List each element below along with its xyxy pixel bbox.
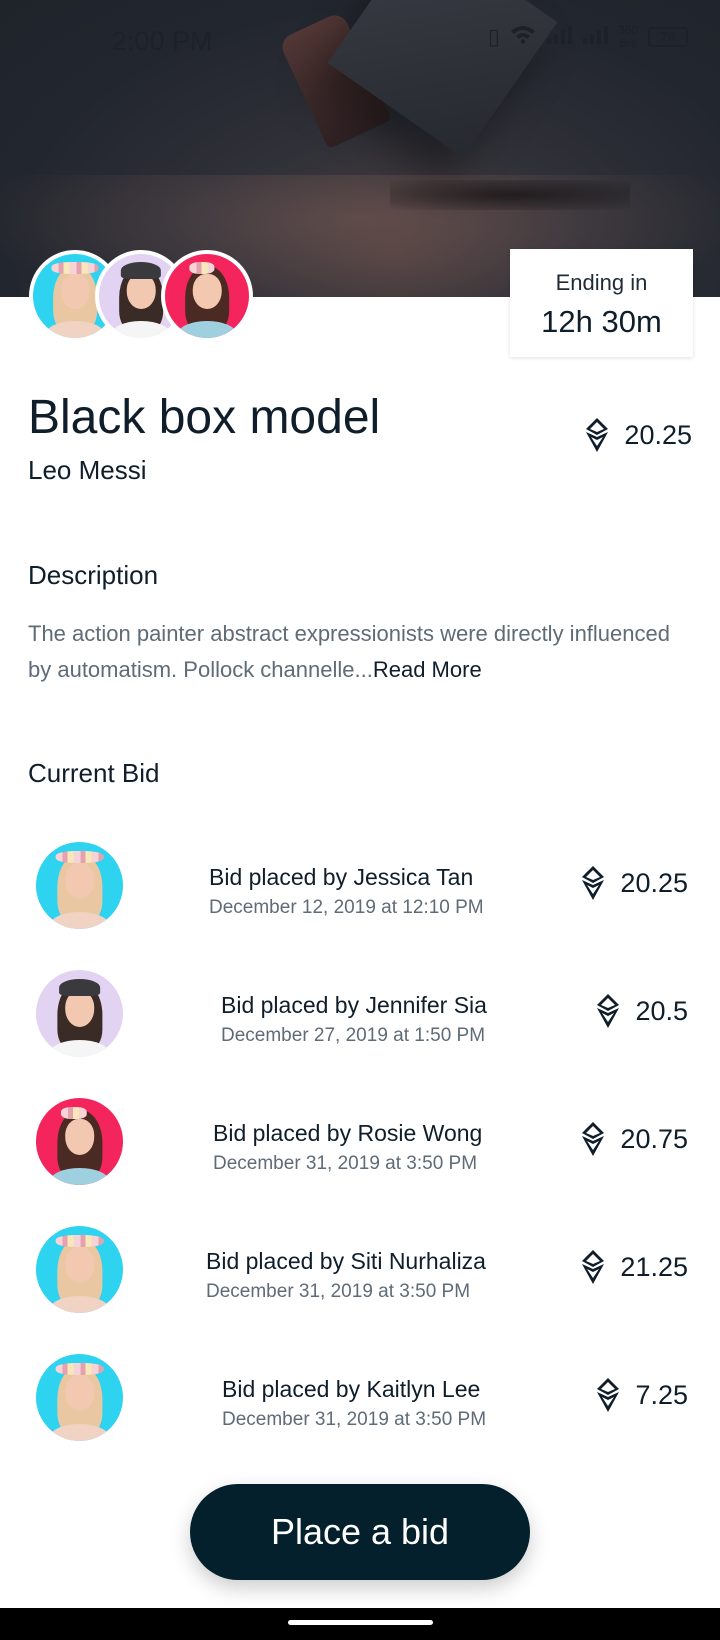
status-icons: ▯ 360 B/s 76 (488, 24, 688, 50)
bid-date: December 31, 2019 at 3:50 PM (213, 1153, 478, 1174)
navigation-bar (0, 1608, 720, 1640)
bid-label: Bid placed by Siti Nurhaliza (206, 1248, 486, 1274)
battery-icon: 76 (648, 27, 688, 47)
ethereum-icon (597, 1378, 620, 1412)
home-gesture-handle[interactable] (288, 1620, 433, 1625)
list-item[interactable]: Bid placed by Siti Nurhaliza December 31… (0, 1218, 720, 1314)
vibrate-icon: ▯ (487, 24, 500, 49)
bidder-avatars[interactable] (29, 250, 269, 342)
net-speed-value: 360 (617, 23, 638, 37)
bid-amount: 20.5 (597, 994, 688, 1028)
list-item[interactable]: Bid placed by Kaitlyn Lee December 31, 2… (0, 1346, 720, 1442)
description-text: The action painter abstract expressionis… (28, 616, 688, 688)
bid-amount-value: 21.25 (620, 1251, 688, 1282)
signal-icon-1 (546, 24, 572, 50)
bid-info: Bid placed by Jennifer Sia December 27, … (221, 992, 487, 1047)
bid-date: December 31, 2019 at 3:50 PM (206, 1281, 471, 1302)
bid-date: December 12, 2019 at 12:10 PM (209, 897, 484, 918)
item-price-value: 20.25 (624, 419, 692, 450)
status-bar: 2:00 PM ▯ 360 B/s 76 (0, 0, 720, 80)
bid-label: Bid placed by Jessica Tan (209, 864, 474, 890)
ethereum-icon (597, 994, 620, 1028)
ethereum-icon (586, 418, 609, 452)
description-body: The action painter abstract expressionis… (28, 621, 670, 682)
net-speed-unit: B/s (619, 36, 637, 50)
list-item[interactable]: Bid placed by Rosie Wong December 31, 20… (0, 1090, 720, 1186)
bid-amount-value: 20.25 (620, 867, 688, 898)
bid-label: Bid placed by Jennifer Sia (221, 992, 487, 1018)
bid-date: December 27, 2019 at 1:50 PM (221, 1025, 486, 1046)
bid-amount-value: 20.75 (620, 1123, 688, 1154)
place-bid-button[interactable]: Place a bid (190, 1484, 530, 1580)
bid-amount-value: 7.25 (635, 1379, 688, 1410)
description-heading: Description (28, 560, 159, 590)
read-more-link[interactable]: Read More (373, 657, 482, 682)
status-time: 2:00 PM (112, 26, 213, 56)
ethereum-icon (582, 1250, 605, 1284)
bid-amount: 21.25 (582, 1250, 688, 1284)
item-price: 20.25 (586, 418, 692, 452)
bid-amount-value: 20.5 (635, 995, 688, 1026)
bid-amount: 20.75 (582, 1122, 688, 1156)
bid-info: Bid placed by Rosie Wong December 31, 20… (213, 1120, 482, 1175)
bid-label: Bid placed by Kaitlyn Lee (222, 1376, 481, 1402)
ending-label: Ending in (555, 270, 648, 295)
signal-icon-2 (582, 24, 608, 50)
current-bid-heading: Current Bid (28, 758, 160, 788)
net-speed: 360 B/s (618, 24, 638, 50)
avatar (36, 1354, 123, 1441)
ending-timer-card: Ending in 12h 30m (510, 249, 693, 357)
list-item[interactable]: Bid placed by Jennifer Sia December 27, … (0, 962, 720, 1058)
ethereum-icon (582, 1122, 605, 1156)
list-item[interactable]: Bid placed by Jessica Tan December 12, 2… (0, 834, 720, 930)
bid-info: Bid placed by Kaitlyn Lee December 31, 2… (222, 1376, 486, 1431)
item-title: Black box model (28, 391, 381, 444)
avatar (161, 250, 253, 342)
hero-shadow (390, 180, 630, 210)
bid-date: December 31, 2019 at 3:50 PM (222, 1409, 487, 1430)
item-author[interactable]: Leo Messi (28, 455, 147, 486)
bid-label: Bid placed by Rosie Wong (213, 1120, 483, 1146)
wifi-icon (510, 24, 536, 50)
ending-value: 12h 30m (541, 304, 662, 339)
bid-amount: 7.25 (597, 1378, 688, 1412)
bid-info: Bid placed by Siti Nurhaliza December 31… (206, 1248, 486, 1303)
avatar (36, 842, 123, 929)
ethereum-icon (582, 866, 605, 900)
avatar (36, 1226, 123, 1313)
avatar (36, 970, 123, 1057)
bid-amount: 20.25 (582, 866, 688, 900)
bid-info: Bid placed by Jessica Tan December 12, 2… (209, 864, 484, 919)
avatar (36, 1098, 123, 1185)
